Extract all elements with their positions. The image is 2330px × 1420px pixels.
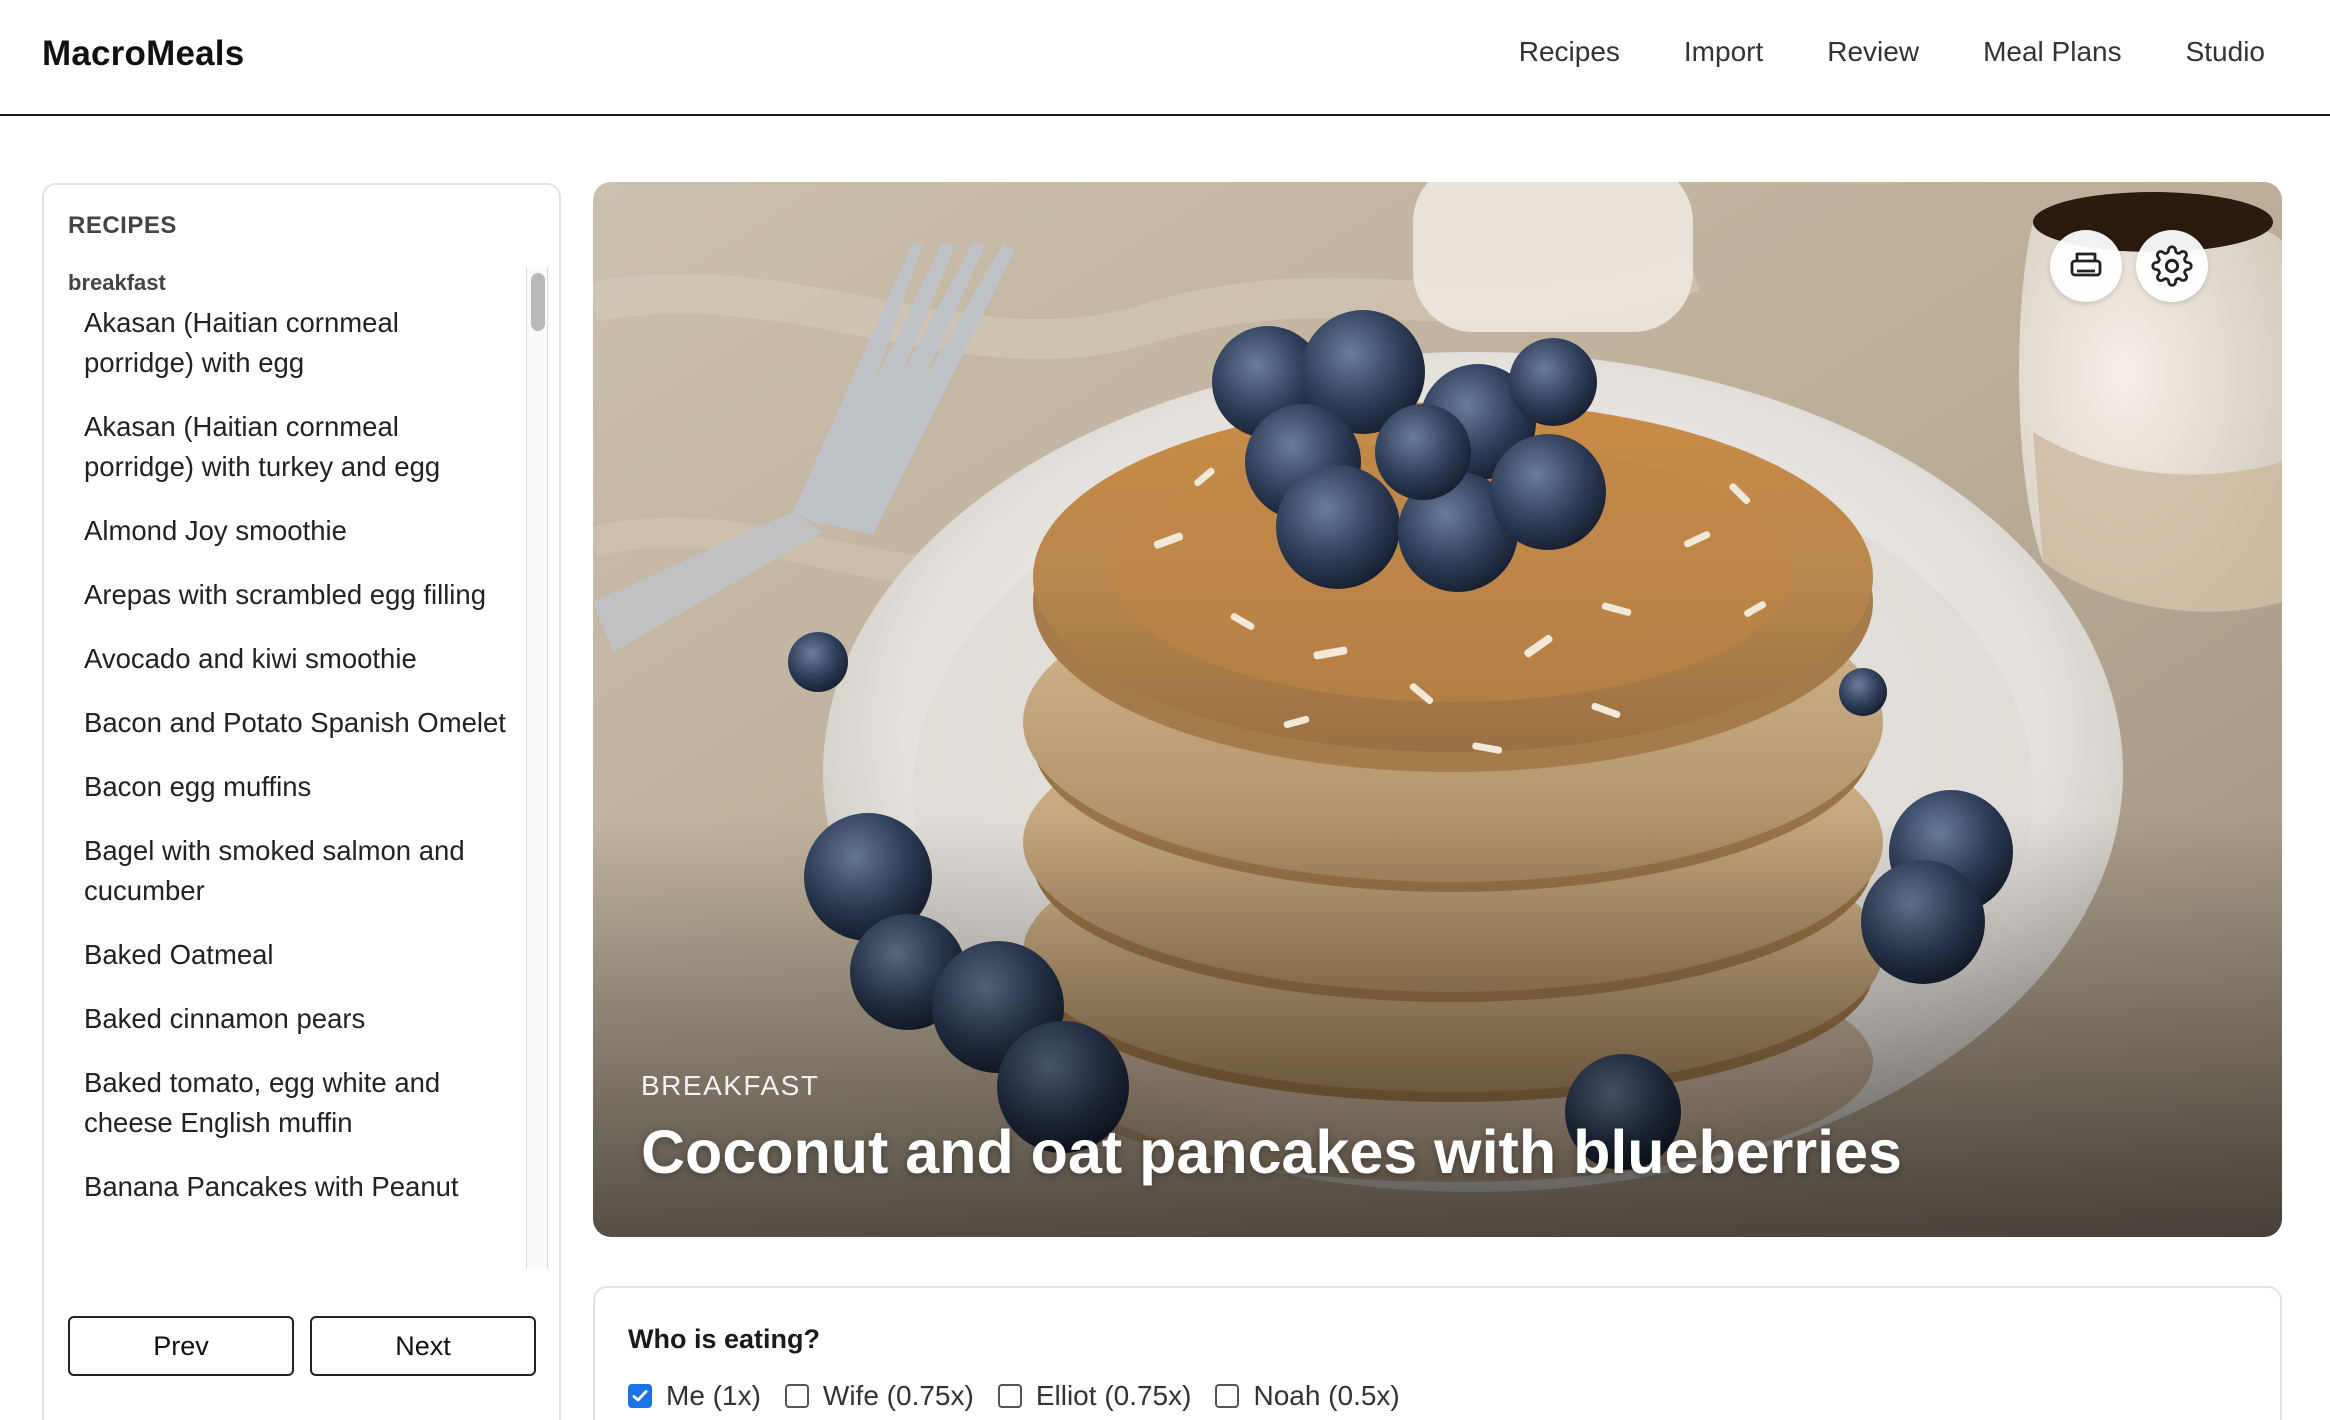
eater-label: Wife (0.75x) (822, 1380, 974, 1411)
sidebar-heading: RECIPES (68, 212, 177, 239)
nav-meal-plans[interactable]: Meal Plans (1983, 36, 2122, 68)
recipe-list-scrollbar[interactable] (526, 267, 548, 1269)
eater-option-me[interactable]: Me (1x) (628, 1380, 761, 1412)
main-nav: Recipes Import Review Meal Plans Studio (1519, 36, 2265, 68)
recipe-list-item[interactable]: Akasan (Haitian cornmeal porridge) with … (68, 303, 518, 383)
eater-label: Elliot (0.75x) (1035, 1380, 1192, 1411)
who-is-eating-panel: Who is eating? Me (1x) Wife (0.75x) Elli… (593, 1286, 2282, 1420)
prev-button[interactable]: Prev (68, 1316, 294, 1376)
recipe-group-label: breakfast (68, 270, 166, 295)
eater-checkbox[interactable] (997, 1384, 1022, 1408)
recipe-list-item[interactable]: Baked tomato, egg white and cheese Engli… (68, 1063, 518, 1143)
recipe-list-item[interactable]: Bacon and Potato Spanish Omelet (68, 703, 518, 743)
eater-label: Noah (0.5x) (1253, 1380, 1400, 1411)
eater-checkbox[interactable] (1215, 1384, 1240, 1408)
recipe-hero: BREAKFAST Coconut and oat pancakes with … (593, 182, 2282, 1237)
next-button[interactable]: Next (310, 1316, 536, 1376)
recipe-list-container: breakfast Akasan (Haitian cornmeal porri… (68, 267, 546, 1369)
recipe-list-item[interactable]: Bagel with smoked salmon and cucumber (68, 831, 518, 911)
recipe-list-item[interactable]: Almond Joy smoothie (68, 511, 518, 551)
hero-actions (2050, 230, 2208, 302)
check-icon (632, 1390, 648, 1402)
recipe-list-item[interactable]: Arepas with scrambled egg filling (68, 575, 518, 615)
recipe-list-item[interactable]: Avocado and kiwi smoothie (68, 639, 518, 679)
recipe-list-item[interactable]: Baked Oatmeal (68, 935, 518, 975)
print-icon (2070, 252, 2102, 277)
eater-option-noah[interactable]: Noah (0.5x) (1215, 1380, 1400, 1412)
nav-recipes[interactable]: Recipes (1519, 36, 1620, 68)
settings-button[interactable] (2136, 230, 2208, 302)
eater-options: Me (1x) Wife (0.75x) Elliot (0.75x) Noah… (628, 1380, 1400, 1412)
pagination: Prev Next (68, 1316, 536, 1376)
recipe-list-item[interactable]: Bacon egg muffins (68, 767, 518, 807)
recipe-list-item[interactable]: Baked cinnamon pears (68, 999, 518, 1039)
recipe-list[interactable]: breakfast Akasan (Haitian cornmeal porri… (68, 267, 518, 1267)
eater-option-elliot[interactable]: Elliot (0.75x) (997, 1380, 1192, 1412)
nav-import[interactable]: Import (1684, 36, 1763, 68)
recipe-title: Coconut and oat pancakes with blueberrie… (641, 1118, 1902, 1186)
app-logo[interactable]: MacroMeals (42, 34, 244, 74)
nav-review[interactable]: Review (1827, 36, 1919, 68)
print-button[interactable] (2050, 230, 2122, 302)
eater-label: Me (1x) (666, 1380, 761, 1411)
scrollbar-thumb[interactable] (531, 273, 545, 331)
top-navbar: MacroMeals Recipes Import Review Meal Pl… (0, 0, 2330, 116)
eater-option-wife[interactable]: Wife (0.75x) (784, 1380, 974, 1412)
recipe-photo (593, 182, 2282, 1237)
nav-studio[interactable]: Studio (2186, 36, 2265, 68)
eater-checkbox[interactable] (628, 1384, 652, 1408)
eater-checkbox[interactable] (784, 1384, 809, 1408)
recipe-sidebar: RECIPES breakfast Akasan (Haitian cornme… (42, 183, 561, 1420)
recipe-list-item[interactable]: Akasan (Haitian cornmeal porridge) with … (68, 407, 518, 487)
recipe-category: BREAKFAST (641, 1070, 820, 1101)
recipe-list-item[interactable]: Banana Pancakes with Peanut (68, 1167, 518, 1207)
who-is-eating-title: Who is eating? (628, 1324, 820, 1354)
gear-icon (2151, 245, 2193, 287)
